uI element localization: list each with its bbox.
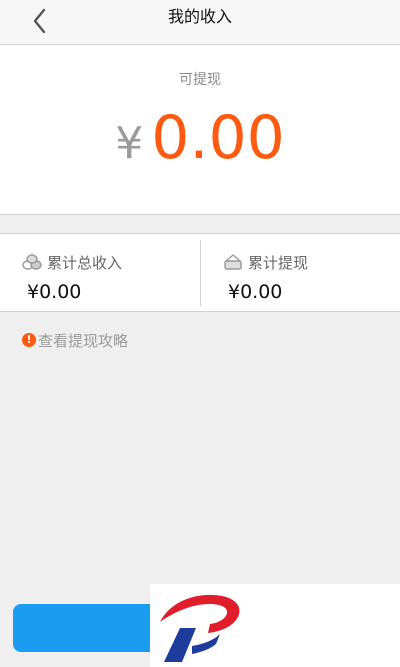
wallet-icon — [224, 254, 242, 270]
warning-icon: ! — [22, 333, 36, 347]
total-withdrawn-stat: 累计提现 ¥0.00 — [201, 234, 400, 311]
total-income-head: 累计总收入 — [22, 252, 122, 272]
withdrawable-label: 可提现 — [179, 72, 221, 88]
withdraw-guide-link[interactable]: ! 查看提现攻略 — [22, 331, 129, 350]
total-income-stat: 累计总收入 ¥0.00 — [0, 234, 199, 311]
currency-symbol: ¥ — [115, 118, 144, 169]
header-bar: 我的收入 — [0, 0, 400, 45]
balance-value: 0.00 — [151, 103, 285, 173]
total-income-value: ¥0.00 — [27, 281, 82, 303]
total-withdrawn-label: 累计提现 — [248, 253, 309, 272]
watermark-logo-panel — [150, 584, 400, 667]
withdrawable-amount: ¥0.00 — [0, 103, 400, 173]
page-title: 我的收入 — [167, 7, 232, 26]
withdraw-guide-text: 查看提现攻略 — [38, 331, 129, 350]
logo-icon — [160, 594, 240, 662]
total-withdrawn-head: 累计提现 — [223, 252, 308, 272]
withdrawable-balance-card: 可提现 ¥0.00 — [0, 45, 400, 215]
stats-row: 累计总收入 ¥0.00 累计提现 ¥0.00 — [0, 233, 400, 312]
total-withdrawn-value: ¥0.00 — [228, 281, 283, 303]
coins-icon — [22, 254, 42, 270]
total-income-label: 累计总收入 — [47, 253, 123, 272]
